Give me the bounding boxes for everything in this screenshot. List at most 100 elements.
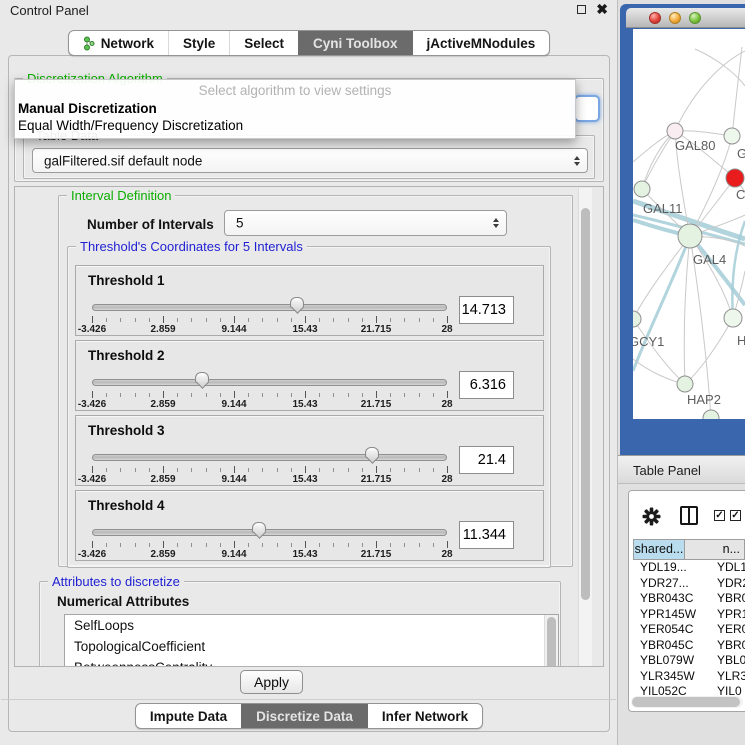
node-gal80[interactable]	[667, 123, 683, 139]
cell-shared-name: YER054C	[633, 622, 709, 638]
threshold-value-field[interactable]: 21.4	[459, 446, 514, 474]
slider-tick-labels: -3.4262.8599.14415.4321.71528	[76, 399, 543, 411]
node-gal11[interactable]	[634, 181, 650, 197]
node-gcy1[interactable]	[633, 311, 641, 327]
table-row[interactable]: YBR043CYBR0	[633, 591, 745, 607]
group-table-data: Table Data galFiltered.sif default node	[23, 135, 595, 179]
tab-infer-network[interactable]: Infer Network	[367, 704, 482, 728]
cell-name: YBR0	[709, 591, 745, 607]
table-row[interactable]: YDR27...YDR2	[633, 576, 745, 592]
cell-name: YER0	[709, 622, 745, 638]
tab-discretize-data[interactable]: Discretize Data	[241, 704, 367, 728]
tab-label: Network	[101, 36, 154, 51]
tab-label: Select	[244, 36, 284, 51]
node-hap2[interactable]	[677, 376, 693, 392]
close-icon[interactable]: ✖	[596, 1, 608, 18]
split-panel-icon[interactable]	[680, 506, 698, 525]
network-view-window: GAL80GACGAL11GAL4GCY1HHAP2	[620, 4, 745, 455]
algorithm-dropdown-popup: Select algorithm to view settings Manual…	[14, 79, 576, 139]
slider-track[interactable]	[92, 379, 447, 386]
table-row[interactable]: YLR345WYLR3	[633, 669, 745, 685]
node-selected-red[interactable]	[726, 169, 744, 187]
table-row[interactable]: YIL052CYIL0	[633, 684, 745, 696]
threshold-panel: Threshold 1-3.4262.8599.14415.4321.71528…	[75, 265, 544, 336]
cell-shared-name: YBR043C	[633, 591, 709, 607]
cell-shared-name: YDL19...	[633, 560, 709, 576]
tab-cyni-toolbox[interactable]: Cyni Toolbox	[298, 31, 412, 55]
table-panel-header: Table Panel	[618, 455, 745, 484]
window-title: Control Panel	[10, 3, 89, 18]
node-label-ga: GA	[737, 146, 745, 161]
slider-track[interactable]	[92, 529, 447, 536]
table-panel-window: ✓ ✓ shared... n... YDL19...YDL1YDR27...Y…	[628, 490, 745, 712]
node-label-c: C	[736, 187, 745, 202]
settings-scroll-panel: Interval Definition Number of Intervals …	[14, 186, 604, 667]
slider-tick-labels: -3.4262.8599.14415.4321.71528	[76, 549, 543, 561]
checkbox-icon[interactable]: ✓	[714, 510, 725, 521]
column-header-name[interactable]: n...	[685, 539, 745, 560]
popup-option-equal-width-frequency[interactable]: Equal Width/Frequency Discretization	[15, 117, 575, 134]
slider-track[interactable]	[92, 454, 447, 461]
number-of-intervals-combobox[interactable]: 5	[224, 210, 507, 236]
slider-thumb[interactable]	[252, 522, 266, 533]
popup-hint-item[interactable]: Select algorithm to view settings	[15, 83, 575, 100]
threshold-label: Threshold 2	[88, 348, 165, 363]
tab-style[interactable]: Style	[168, 31, 229, 55]
apply-button[interactable]: Apply	[240, 670, 303, 694]
tab-jactivemnodules[interactable]: jActiveMNodules	[412, 31, 550, 55]
attribute-list-item[interactable]: BetweennessCentrality	[65, 657, 558, 667]
table-row[interactable]: YPR145WYPR1	[633, 607, 745, 623]
table-header-row: shared... n...	[633, 539, 745, 560]
algorithm-combobox-focus-edge[interactable]	[574, 95, 600, 122]
cell-name: YBL0	[709, 653, 745, 669]
node-bottom[interactable]	[703, 410, 719, 419]
tab-select[interactable]: Select	[229, 31, 298, 55]
attribute-list-item[interactable]: TopologicalCoefficient	[65, 636, 558, 657]
threshold-value-field[interactable]: 6.316	[459, 371, 514, 399]
cell-shared-name: YLR345W	[633, 669, 709, 685]
table-data-combobox[interactable]: galFiltered.sif default node	[32, 148, 588, 173]
number-of-intervals-value: 5	[236, 216, 244, 231]
tab-label: Discretize Data	[256, 709, 353, 724]
cell-shared-name: YIL052C	[633, 684, 709, 696]
network-canvas[interactable]: GAL80GACGAL11GAL4GCY1HHAP2	[633, 29, 745, 419]
node-label-gcy1: GCY1	[633, 334, 664, 349]
settings-vertical-scrollbar[interactable]	[578, 188, 592, 667]
table-row[interactable]: YBR045CYBR0	[633, 638, 745, 654]
attributes-scrollbar[interactable]	[544, 615, 558, 667]
table-row[interactable]: YER054CYER0	[633, 622, 745, 638]
threshold-value-field[interactable]: 14.713	[459, 296, 514, 324]
table-row[interactable]: YBL079WYBL0	[633, 653, 745, 669]
slider-thumb[interactable]	[195, 372, 209, 383]
gear-icon[interactable]	[642, 507, 661, 531]
table-row[interactable]: YDL19...YDL1	[633, 560, 745, 576]
column-header-shared[interactable]: shared...	[633, 539, 685, 560]
node-right[interactable]	[724, 309, 742, 327]
slider-track[interactable]	[92, 304, 447, 311]
table-panel-title: Table Panel	[633, 463, 701, 478]
bottom-separator	[1, 699, 616, 700]
close-traffic-light-icon[interactable]	[649, 12, 661, 24]
slider-thumb[interactable]	[290, 297, 304, 308]
float-window-icon[interactable]	[577, 5, 586, 14]
node-label-gal11: GAL11	[643, 201, 683, 216]
numerical-attributes-list[interactable]: SelfLoopsTopologicalCoefficientBetweenne…	[64, 614, 559, 667]
table-data-value: galFiltered.sif default node	[44, 153, 202, 168]
popup-option-manual-discretization[interactable]: Manual Discretization	[15, 100, 575, 117]
zoom-traffic-light-icon[interactable]	[689, 12, 701, 24]
table-horizontal-scrollbar[interactable]	[631, 696, 743, 708]
tab-impute-data[interactable]: Impute Data	[136, 704, 241, 728]
checkbox-icon[interactable]: ✓	[730, 510, 741, 521]
attribute-list-item[interactable]: SelfLoops	[65, 615, 558, 636]
slider-thumb[interactable]	[365, 447, 379, 458]
threshold-value-field[interactable]: 11.344	[459, 521, 514, 549]
combo-spinner-icon	[574, 156, 580, 166]
slider-tick-labels: -3.4262.8599.14415.4321.71528	[76, 324, 543, 336]
node-label-gal4: GAL4	[693, 252, 726, 267]
minimize-traffic-light-icon[interactable]	[669, 12, 681, 24]
group-label-attributes: Attributes to discretize	[48, 574, 184, 589]
control-panel-titlebar: Control Panel ✖	[0, 0, 617, 20]
node-gal4[interactable]	[678, 224, 702, 248]
tab-network[interactable]: Network	[69, 31, 168, 55]
node-top-right[interactable]	[724, 128, 740, 144]
